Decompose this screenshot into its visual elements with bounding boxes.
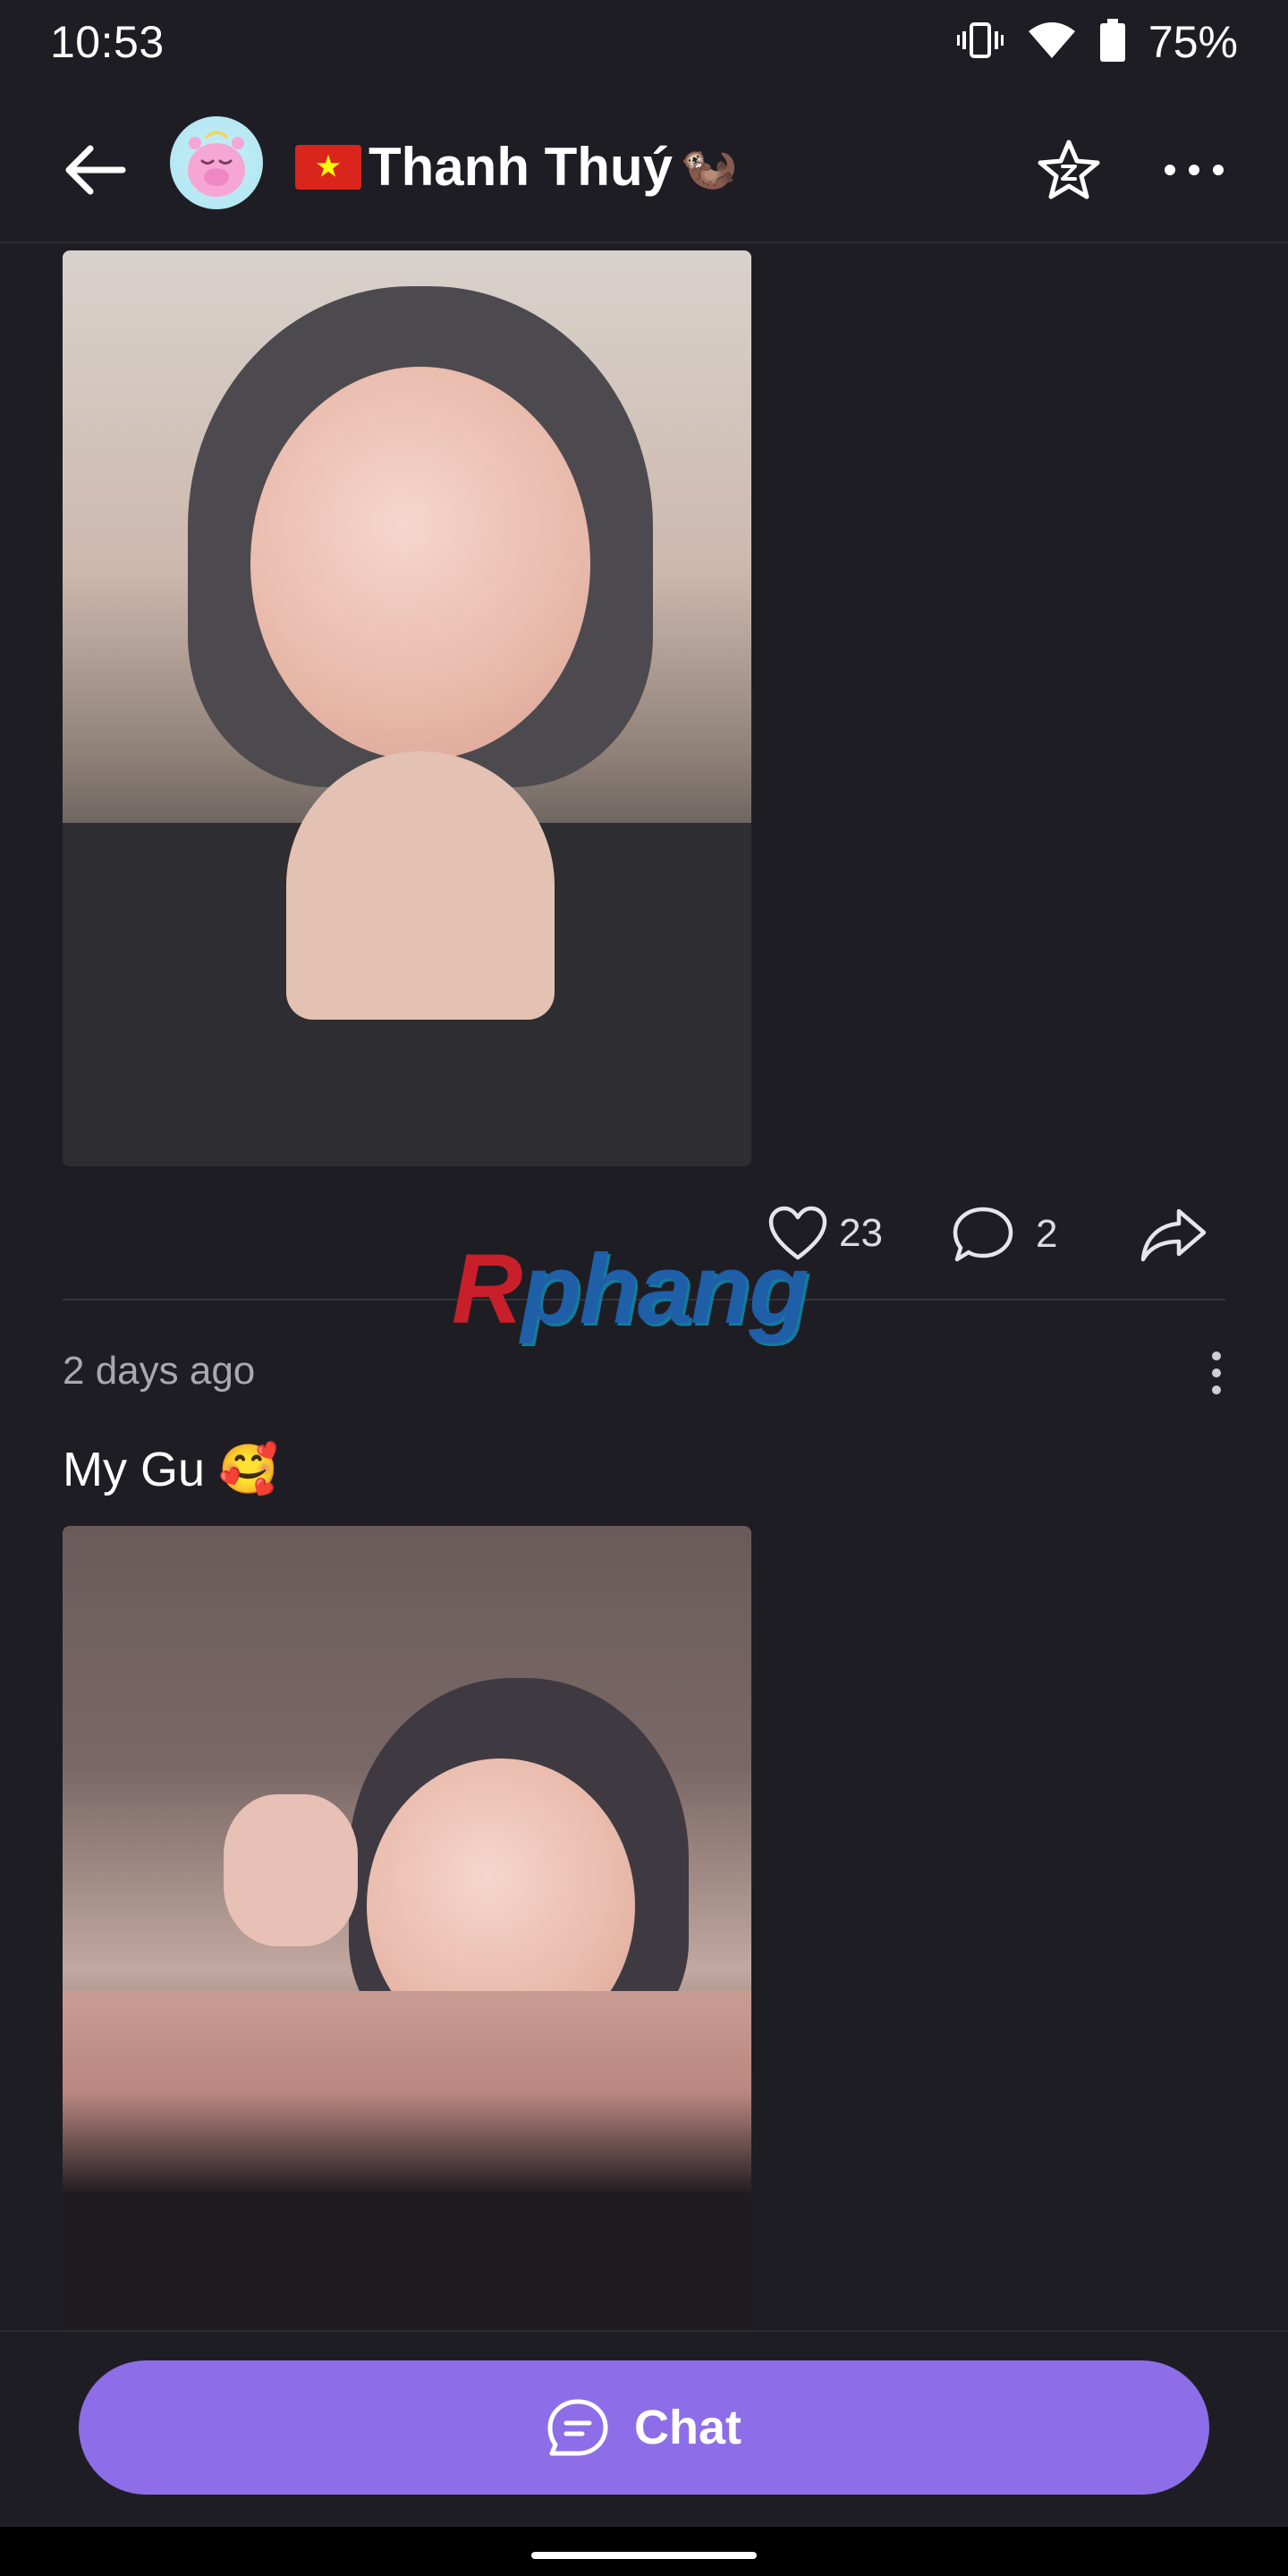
back-button[interactable] [54,130,134,210]
profile-name-text: Thanh Thuý [369,137,673,197]
chat-button[interactable]: Chat [79,2360,1209,2495]
more-options-button[interactable] [1154,130,1234,210]
bottom-action-bar: Chat [0,2330,1288,2529]
battery-percentage: 75% [1148,17,1238,67]
avatar[interactable] [170,116,263,209]
home-indicator[interactable] [531,2552,757,2559]
like-count: 23 [839,1211,883,1255]
profile-header: ★ Thanh Thuý 🦦 [0,89,1288,243]
vibrate-icon [956,21,1004,64]
post-2-timestamp: 2 days ago [63,1349,256,1393]
star-z-icon [1038,140,1100,199]
comment-count: 2 [1036,1212,1058,1256]
comment-icon [953,1207,1013,1262]
battery-icon [1099,18,1125,66]
favorite-button[interactable] [1029,130,1109,210]
post-1-photo[interactable] [63,250,751,1166]
system-navigation-bar [0,2527,1288,2576]
more-vertical-icon [1212,1352,1221,1360]
comment-button[interactable]: 2 [952,1206,1057,1263]
chat-bubble-icon [547,2399,608,2456]
post-2-options-button[interactable] [1199,1342,1234,1404]
otter-emoji: 🦦 [679,141,738,193]
profile-name[interactable]: ★ Thanh Thuý 🦦 [295,136,738,198]
share-button[interactable] [1140,1206,1208,1267]
chat-button-label: Chat [634,2401,741,2454]
watermark-logo: Rphang [452,1234,809,1344]
wifi-icon [1027,21,1077,64]
status-icons: 75% [956,16,1238,68]
vietnam-flag-icon: ★ [295,144,361,190]
post-2-photo[interactable] [63,1526,751,2331]
status-bar: 10:53 75% [0,0,1288,89]
arrow-left-icon [65,145,126,195]
post-2-caption: My Gu 🥰 [63,1443,279,1496]
status-time: 10:53 [50,17,165,67]
more-horizontal-icon [1165,165,1224,175]
share-icon [1140,1208,1207,1262]
